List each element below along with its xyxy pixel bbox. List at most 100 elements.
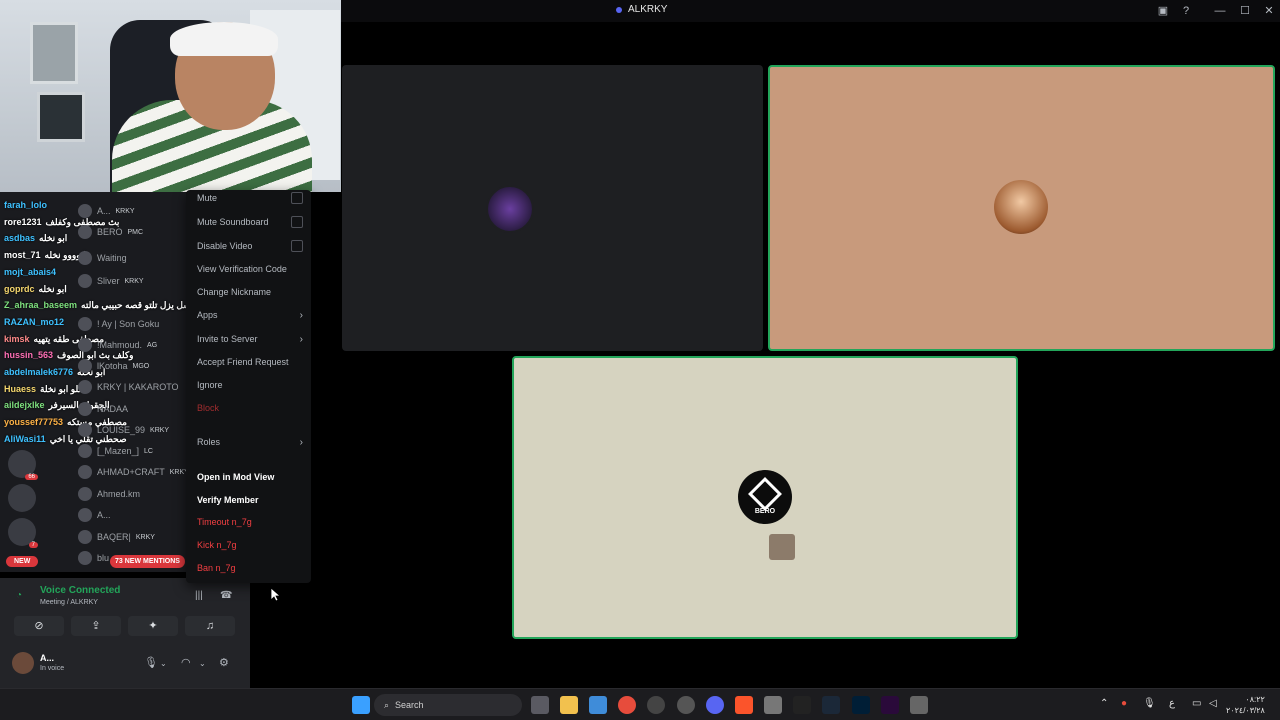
chat-username[interactable]: kimsk xyxy=(4,334,30,344)
new-mentions-badge[interactable]: 73 NEW MENTIONS xyxy=(110,555,185,568)
menu-item-open-mod-view[interactable]: Open in Mod View xyxy=(197,469,303,485)
server-icon[interactable]: 66 xyxy=(8,450,38,480)
headphones-icon[interactable]: ◠ xyxy=(181,656,191,669)
taskbar-clock[interactable]: ٠٨:٢٢ ٢٠٢٤/٠٣/٢٨ xyxy=(1226,694,1265,716)
menu-item-mute[interactable]: Mute xyxy=(197,190,303,206)
menu-item-change-nickname[interactable]: Change Nickname xyxy=(197,284,303,300)
avatar[interactable] xyxy=(12,652,34,674)
member-row[interactable]: KRKY | KAKAROTO xyxy=(78,378,184,396)
chevron-down-icon[interactable]: ⌄ xyxy=(199,659,206,668)
member-row[interactable]: Waiting xyxy=(78,249,132,267)
tray-app-icon[interactable]: ● xyxy=(1121,698,1127,709)
microphone-icon[interactable]: 🎙 xyxy=(144,656,158,669)
member-row[interactable]: A... xyxy=(78,506,116,524)
member-row[interactable]: ! Ay | Son Goku xyxy=(78,315,164,333)
microphone-icon[interactable]: 🎙 xyxy=(1143,698,1156,709)
member-row[interactable]: lKotoha MGO xyxy=(78,357,149,375)
menu-item-ban[interactable]: Ban n_7g xyxy=(197,560,303,576)
language-indicator[interactable]: ع xyxy=(1169,698,1175,709)
app-icon[interactable] xyxy=(647,696,665,714)
menu-item-ignore[interactable]: Ignore xyxy=(197,377,303,393)
gear-icon[interactable]: ⚙ xyxy=(219,656,229,669)
server-icon[interactable] xyxy=(8,484,36,512)
member-row[interactable]: Sliver KRKY xyxy=(78,272,144,290)
task-view-icon[interactable] xyxy=(531,696,549,714)
chat-username[interactable]: Z_ahraa_baseem xyxy=(4,300,77,310)
menu-item-view-verification[interactable]: View Verification Code xyxy=(197,261,303,277)
server-icon[interactable]: 7 xyxy=(8,518,38,548)
new-badge[interactable]: NEW xyxy=(6,556,39,567)
capcut-icon[interactable] xyxy=(793,696,811,714)
discord-icon[interactable] xyxy=(706,696,724,714)
minimize-button[interactable]: — xyxy=(1212,3,1228,19)
voice-channel[interactable]: Meeting / ALKRKY xyxy=(40,599,98,606)
chat-username[interactable]: RAZAN_mo12 xyxy=(4,317,64,327)
screen-share-button[interactable]: ⇪ xyxy=(71,616,121,636)
chevron-down-icon[interactable]: ⌄ xyxy=(160,659,167,668)
menu-item-block[interactable]: Block xyxy=(197,400,303,416)
chat-username[interactable]: goprdc xyxy=(4,284,35,294)
member-row[interactable]: BAQER| KRKY xyxy=(78,528,155,546)
menu-item-kick[interactable]: Kick n_7g xyxy=(197,537,303,553)
inbox-icon[interactable]: ▣ xyxy=(1155,3,1171,19)
menu-item-accept-friend[interactable]: Accept Friend Request xyxy=(197,354,303,370)
file-explorer-icon[interactable] xyxy=(560,696,578,714)
member-row[interactable]: LOUISE_99 KRKY xyxy=(78,421,169,439)
chevron-up-icon[interactable]: ⌃ xyxy=(1100,698,1108,709)
checkbox[interactable] xyxy=(291,216,303,228)
network-icon[interactable]: ▭ xyxy=(1192,698,1201,709)
disconnect-icon[interactable]: ☎ xyxy=(220,590,232,601)
soundboard-button[interactable]: ♫ xyxy=(185,616,235,636)
chat-username[interactable]: mojt_abais4 xyxy=(4,267,56,277)
noise-suppression-icon[interactable]: ||| xyxy=(195,590,203,601)
chat-username[interactable]: hussin_563 xyxy=(4,350,53,360)
steam-active-icon[interactable] xyxy=(822,696,840,714)
menu-item-timeout[interactable]: Timeout n_7g xyxy=(197,514,303,530)
participant-avatar[interactable] xyxy=(486,185,534,233)
member-row[interactable]: NADAA xyxy=(78,400,133,418)
chat-username[interactable]: farah_lolo xyxy=(4,200,47,210)
video-tile-1[interactable] xyxy=(342,65,763,351)
member-row[interactable]: BERO PMC xyxy=(78,223,143,241)
close-button[interactable]: ✕ xyxy=(1261,3,1277,19)
chat-username[interactable]: most_71 xyxy=(4,250,41,260)
menu-item-verify-member[interactable]: Verify Member xyxy=(197,492,303,508)
participant-thumbnail[interactable] xyxy=(769,534,795,560)
store-icon[interactable] xyxy=(589,696,607,714)
member-row[interactable]: AHMAD+CRAFT KRKY xyxy=(78,463,186,481)
checkbox[interactable] xyxy=(291,192,303,204)
help-icon[interactable]: ? xyxy=(1178,3,1194,19)
chat-username[interactable]: asdbas xyxy=(4,233,35,243)
participant-avatar[interactable] xyxy=(994,180,1048,234)
brave-icon[interactable] xyxy=(735,696,753,714)
chat-username[interactable]: Huaess xyxy=(4,384,36,394)
maximize-button[interactable]: ☐ xyxy=(1237,3,1253,19)
member-row[interactable]: blu xyxy=(78,549,114,567)
premiere-icon[interactable] xyxy=(881,696,899,714)
member-row[interactable]: A... KRKY xyxy=(78,202,135,220)
chrome-icon[interactable] xyxy=(618,696,636,714)
checkbox[interactable] xyxy=(291,240,303,252)
app-icon[interactable] xyxy=(910,696,928,714)
member-row[interactable]: !Mahmoud. AG xyxy=(78,336,157,354)
menu-item-invite-to-server[interactable]: Invite to Server › xyxy=(197,331,303,347)
chat-username[interactable]: youssef77753 xyxy=(4,417,63,427)
user-name[interactable]: A... xyxy=(40,653,54,663)
chat-username[interactable]: abdelmalek6776 xyxy=(4,367,73,377)
menu-item-mute-soundboard[interactable]: Mute Soundboard xyxy=(197,214,303,230)
menu-item-roles[interactable]: Roles › xyxy=(197,434,303,450)
menu-item-disable-video[interactable]: Disable Video xyxy=(197,238,303,254)
chat-username[interactable]: AliWasi11 xyxy=(4,434,46,444)
signal-icon[interactable]: ◔ xyxy=(16,590,22,601)
photoshop-icon[interactable] xyxy=(852,696,870,714)
member-row[interactable]: Ahmed.km xyxy=(78,485,145,503)
menu-item-apps[interactable]: Apps › xyxy=(197,307,303,323)
steam-icon[interactable] xyxy=(677,696,695,714)
chat-username[interactable]: rore1231 xyxy=(4,217,42,227)
volume-icon[interactable]: ◁ xyxy=(1209,698,1217,709)
voice-status[interactable]: Voice Connected xyxy=(40,585,120,596)
activities-button[interactable]: ✦ xyxy=(128,616,178,636)
app-icon[interactable] xyxy=(764,696,782,714)
taskbar-search[interactable]: ⌕ Search xyxy=(374,694,522,716)
windows-start-icon[interactable] xyxy=(352,696,370,714)
